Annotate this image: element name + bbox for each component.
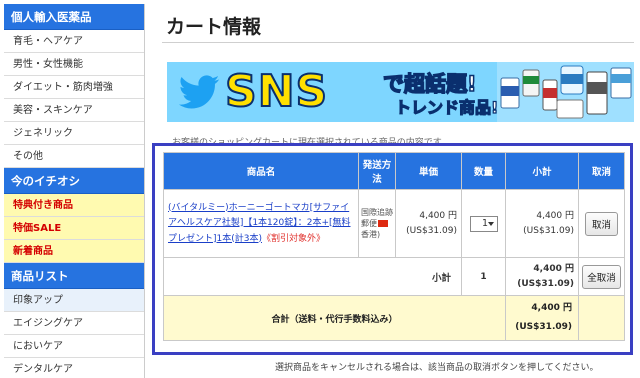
product-cell: (バイタルミー)ホーニーゴートマカ[サファイアヘルスケア社製]【1本120錠】：… — [163, 189, 359, 258]
table-row: (バイタルミー)ホーニーゴートマカ[サファイアヘルスケア社製]【1本120錠】：… — [163, 189, 625, 258]
subtotal-yen: 4,400 円 — [536, 210, 574, 221]
product-bottles-image — [497, 62, 634, 122]
sidebar-item-aging-care[interactable]: エイジングケア — [4, 312, 144, 335]
subtotal-qty: 1 — [461, 257, 506, 296]
title-divider — [162, 42, 634, 43]
subtotal-label: 小計 — [163, 257, 462, 296]
sidebar: 個人輸入医薬品 育毛・ヘアケア 男性・女性機能 ダイエット・筋肉増強 美容・スキ… — [4, 4, 145, 378]
total-label: 合計（送料・代行手数料込み） — [163, 295, 506, 341]
sidebar-item-sale[interactable]: 特価SALE — [4, 217, 144, 240]
sidebar-item-diet-muscle[interactable]: ダイエット・筋肉増強 — [4, 76, 144, 99]
subtotal-usd: (US$31.09) — [523, 225, 574, 236]
header-quantity: 数量 — [461, 152, 506, 190]
header-cancel: 取消 — [578, 152, 625, 190]
sidebar-item-dental-care[interactable]: デンタルケア — [4, 358, 144, 378]
cancel-all-button[interactable]: 全取消 — [582, 264, 621, 289]
subtotal-amount-yen: 4,400 円 — [533, 263, 574, 274]
header-product-name: 商品名 — [163, 152, 359, 190]
unit-price-usd: (US$31.09) — [406, 225, 457, 236]
header-subtotal: 小計 — [505, 152, 579, 190]
sidebar-item-beauty-skincare[interactable]: 美容・スキンケア — [4, 99, 144, 122]
shipping-method-line3: 香港) — [361, 230, 381, 239]
unit-price-yen: 4,400 円 — [419, 210, 457, 221]
flag-icon — [378, 220, 388, 227]
quantity-select[interactable]: 1 — [469, 215, 498, 232]
total-row: 合計（送料・代行手数料込み） 4,400 円 (US$31.09) — [163, 295, 625, 341]
shipping-method-line1: 国際追跡 — [361, 208, 393, 217]
sidebar-header-product-list: 商品リスト — [4, 263, 144, 289]
cart-panel: 商品名 発送方法 単価 数量 小計 取消 (バイタルミー)ホーニーゴートマカ[サ… — [152, 143, 633, 355]
sidebar-item-new-arrivals[interactable]: 新着商品 — [4, 240, 144, 263]
page-title: カート情報 — [166, 16, 262, 38]
cancel-item-button[interactable]: 取消 — [584, 211, 618, 236]
header-unit-price: 単価 — [395, 152, 462, 190]
subtotal-cell: 4,400 円 (US$31.09) — [505, 189, 579, 258]
total-amount-cell: 4,400 円 (US$31.09) — [505, 295, 579, 341]
total-amount-usd: (US$31.09) — [515, 322, 572, 332]
sns-trend-banner[interactable]: SNS で超話題! トレンド商品! — [167, 62, 634, 122]
sidebar-item-other[interactable]: その他 — [4, 145, 144, 168]
sidebar-item-impression-up[interactable]: 印象アップ — [4, 289, 144, 312]
sidebar-item-bonus-products[interactable]: 特典付き商品 — [4, 194, 144, 217]
sidebar-item-generic[interactable]: ジェネリック — [4, 122, 144, 145]
product-discount-note: 《割引対象外》 — [262, 233, 326, 244]
sidebar-item-hair-care[interactable]: 育毛・ヘアケア — [4, 30, 144, 53]
banner-sns-text: SNS — [224, 65, 329, 118]
unit-price-cell: 4,400 円 (US$31.09) — [395, 189, 462, 258]
cart-table: 商品名 発送方法 単価 数量 小計 取消 (バイタルミー)ホーニーゴートマカ[サ… — [163, 152, 625, 341]
sidebar-item-odor-care[interactable]: においケア — [4, 335, 144, 358]
cancel-instruction-text: 選択商品をキャンセルされる場合は、該当商品の取消ボタンを押してください。 — [275, 363, 599, 373]
subtotal-amount-cell: 4,400 円 (US$31.09) — [505, 257, 579, 296]
sidebar-header-recommend: 今のイチオシ — [4, 168, 144, 194]
chevron-down-icon — [487, 221, 494, 226]
cancel-cell: 取消 — [578, 189, 625, 258]
sidebar-header-import-medicine: 個人輸入医薬品 — [4, 4, 144, 30]
shipping-cell: 国際追跡 郵便 香港) — [358, 189, 396, 258]
banner-subline: トレンド商品! — [394, 97, 499, 117]
sidebar-item-sexual-function[interactable]: 男性・女性機能 — [4, 53, 144, 76]
quantity-cell: 1 — [461, 189, 506, 258]
cancel-all-cell: 全取消 — [578, 257, 625, 296]
shipping-method-line2: 郵便 — [361, 219, 377, 228]
total-amount-yen: 4,400 円 — [531, 303, 572, 313]
subtotal-amount-usd: (US$31.09) — [517, 278, 574, 289]
header-shipping: 発送方法 — [358, 152, 396, 190]
subtotal-row: 小計 1 4,400 円 (US$31.09) 全取消 — [163, 257, 625, 296]
twitter-bird-icon — [178, 75, 220, 109]
total-empty-cell — [578, 295, 625, 341]
